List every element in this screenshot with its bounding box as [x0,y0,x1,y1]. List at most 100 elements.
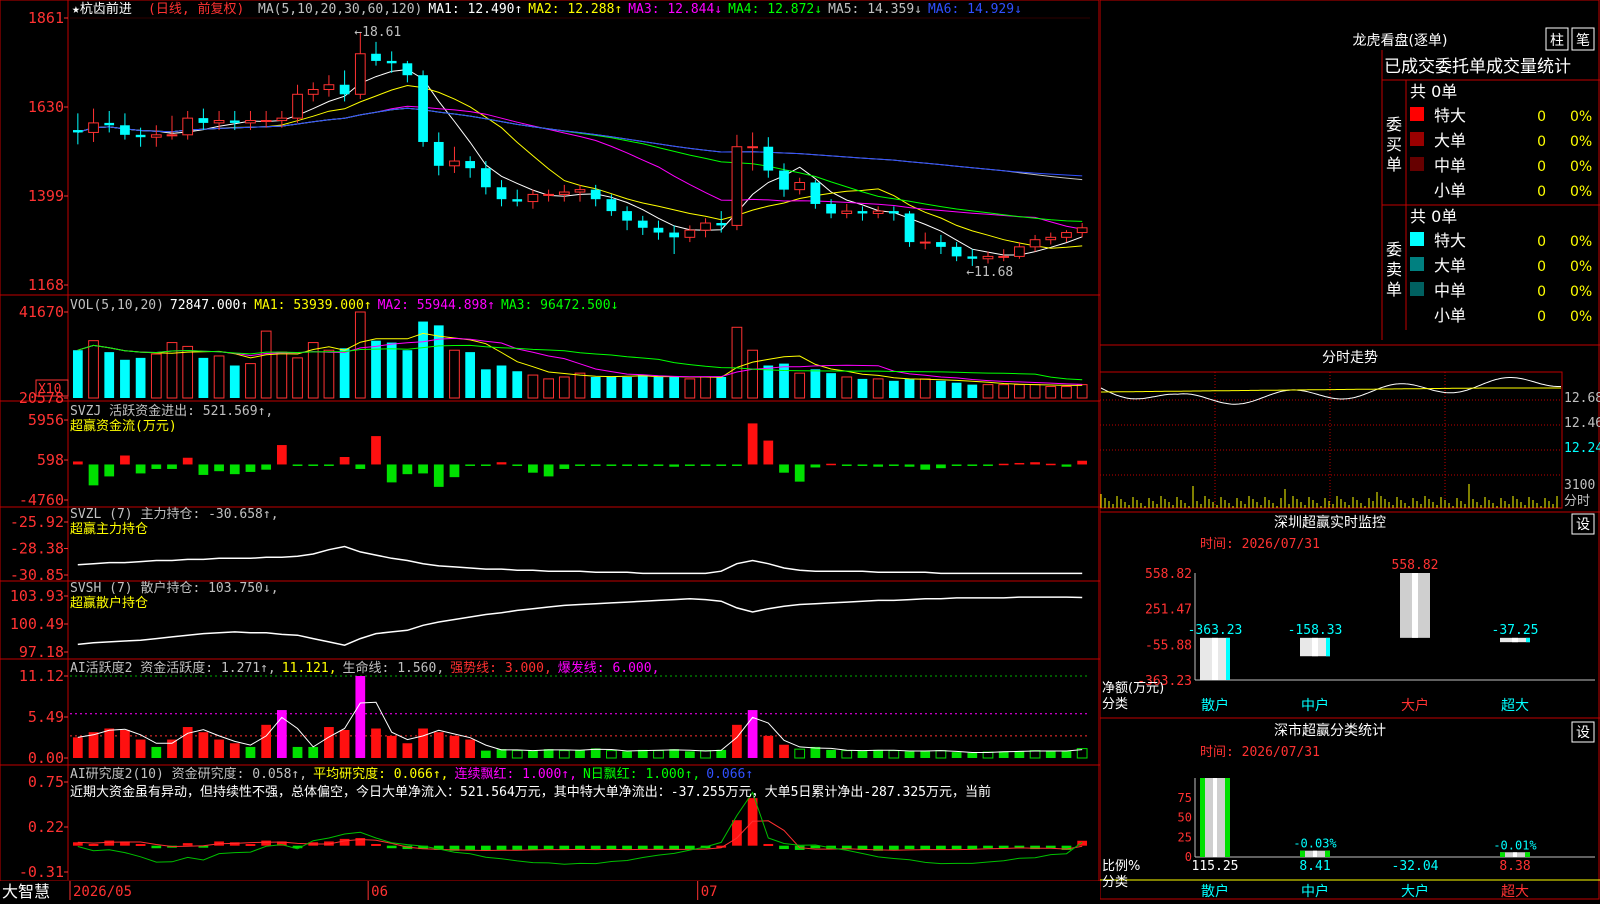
activity-bar[interactable] [826,749,836,758]
volume-bar[interactable] [88,340,99,399]
activity-bar[interactable] [700,750,711,759]
fund-flow-bar[interactable] [669,464,680,467]
volume-bar[interactable] [1061,386,1072,399]
volume-bar[interactable] [810,369,821,398]
fund-flow-bar[interactable] [684,464,695,466]
activity-bar[interactable] [371,728,381,758]
candle-body-up[interactable] [323,84,335,91]
fund-flow-bar[interactable] [324,464,334,466]
candle-body-down[interactable] [229,120,240,123]
activity-bar[interactable] [841,750,853,759]
fund-flow-bar[interactable] [590,464,601,466]
volume-bar[interactable] [841,376,853,399]
candle-body-up[interactable] [1029,239,1041,248]
fund-flow-bar[interactable] [543,464,554,477]
fund-flow-bar[interactable] [449,464,460,478]
activity-bar[interactable] [167,739,177,758]
volume-bar[interactable] [684,378,696,399]
fund-flow-bar[interactable] [700,464,711,466]
research-bar[interactable] [575,845,585,850]
activity-bar[interactable] [653,750,664,759]
fund-flow-bar[interactable] [1030,462,1040,465]
volume-bar[interactable] [794,372,806,399]
fund-flow-bar[interactable] [261,464,272,470]
volume-bar[interactable] [590,376,601,398]
research-bar[interactable] [951,845,962,850]
candle-body-up[interactable] [213,120,225,124]
fund-flow-bar[interactable] [308,464,319,466]
volume-bar[interactable] [1014,384,1025,399]
research-bar[interactable] [763,843,774,846]
activity-bar[interactable] [951,752,962,758]
volume-bar[interactable] [779,363,789,398]
candle-body-up[interactable] [166,134,178,137]
fund-flow-bar[interactable] [951,464,962,466]
volume-bar[interactable] [700,376,711,399]
candle-body-down[interactable] [716,223,727,226]
fund-flow-bar[interactable] [88,464,99,486]
activity-bar[interactable] [857,750,868,758]
candle-body-down[interactable] [779,170,789,190]
research-bar[interactable] [182,843,193,846]
volume-bar[interactable] [951,382,962,398]
fund-flow-bar[interactable] [873,464,884,467]
candle-body-down[interactable] [826,203,836,214]
fund-flow-bar[interactable] [214,464,224,472]
research-bar[interactable] [465,845,476,850]
fund-flow-bar[interactable] [1014,462,1025,465]
research-bar[interactable] [983,845,993,849]
fund-flow-bar[interactable] [920,464,931,470]
activity-bar[interactable] [575,749,585,758]
volume-bar[interactable] [198,357,209,398]
research-bar[interactable] [339,838,350,846]
research-bar[interactable] [104,840,115,846]
activity-bar[interactable] [386,735,397,758]
activity-bar[interactable] [339,729,350,758]
volume-bar[interactable] [637,375,648,398]
monitor-set-label[interactable]: 设 [1576,517,1590,533]
fund-flow-bar[interactable] [559,464,570,469]
volume-bar[interactable] [982,384,994,399]
research-bar[interactable] [245,843,256,846]
activity-bar[interactable] [308,746,319,758]
main-chart-area[interactable]: ★杭齿前进 (日线, 前复权) MA(5,10,20,30,60,120) MA1: … [0,0,1100,900]
volume-bar[interactable] [512,371,523,398]
activity-bar[interactable] [433,732,444,758]
activity-bar[interactable] [120,729,130,758]
candle-body-down[interactable] [198,118,209,123]
activity-bar[interactable] [1061,750,1072,758]
research-bar[interactable] [135,843,146,846]
fund-flow-bar[interactable] [1061,464,1072,467]
activity-bar[interactable] [511,750,523,759]
fund-flow-bar[interactable] [292,464,303,466]
candle-body-up[interactable] [998,255,1010,258]
candle-body-up[interactable] [245,120,256,124]
fund-flow-bar[interactable] [433,464,444,487]
volume-bar[interactable] [888,380,899,398]
volume-bar[interactable] [135,357,146,398]
fund-flow-bar[interactable] [841,464,852,466]
candle-body-down[interactable] [622,211,632,221]
activity-bar[interactable] [920,750,931,758]
volume-bar[interactable] [339,348,350,398]
fund-flow-bar[interactable] [904,464,915,467]
fund-flow-bar[interactable] [496,462,507,465]
lhb-btn-zhu-label[interactable]: 柱 [1550,33,1564,49]
candle-body-down[interactable] [496,187,507,200]
activity-bar[interactable] [873,749,884,758]
activity-bar[interactable] [229,743,240,758]
activity-bar[interactable] [496,749,507,758]
research-bar[interactable] [512,845,523,850]
activity-bar[interactable] [465,739,476,758]
research-bar[interactable] [88,843,99,846]
activity-bar[interactable] [794,748,806,759]
fund-flow-bar[interactable] [245,464,256,472]
fund-flow-bar[interactable] [512,464,523,466]
candle-body-down[interactable] [669,232,680,238]
fund-flow-bar[interactable] [622,464,632,466]
candle-body-up[interactable] [1061,232,1072,238]
candle-body-down[interactable] [371,53,381,61]
activity-bar[interactable] [245,746,256,758]
fund-flow-bar[interactable] [371,436,381,465]
fund-flow-bar[interactable] [888,464,899,466]
